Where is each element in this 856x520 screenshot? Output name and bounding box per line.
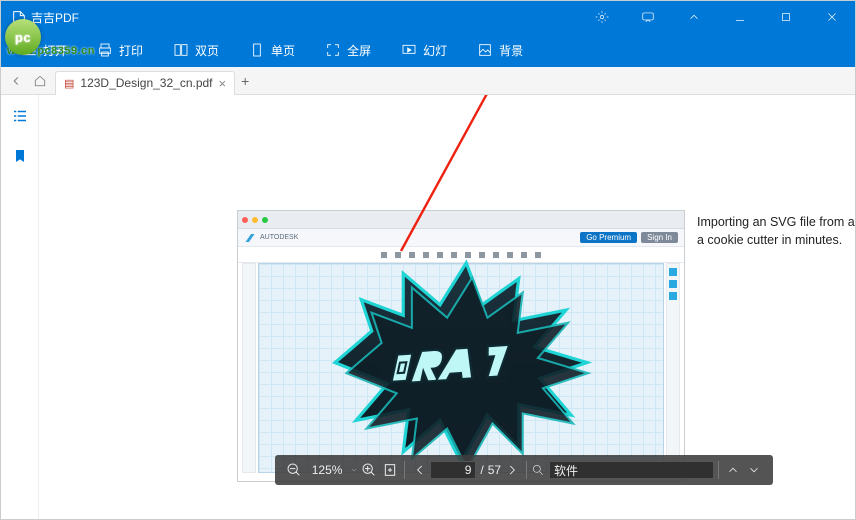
find-prev-button[interactable]: [723, 457, 744, 483]
home-button[interactable]: [31, 72, 49, 90]
dual-page-button[interactable]: 双页: [173, 42, 219, 59]
search-input[interactable]: [549, 461, 714, 479]
dual-page-icon: [173, 42, 189, 58]
print-button[interactable]: 打印: [97, 42, 143, 59]
document-tab[interactable]: ▤ 123D_Design_32_cn.pdf ×: [55, 71, 235, 95]
watermark-badge-icon: pc: [5, 19, 41, 55]
fullscreen-icon: [325, 42, 341, 58]
slideshow-button[interactable]: 幻灯: [401, 42, 447, 59]
comic-burst-model: [298, 247, 624, 473]
slideshow-label: 幻灯: [423, 42, 447, 59]
new-tab-button[interactable]: +: [241, 73, 249, 89]
minimize-button[interactable]: [717, 1, 763, 33]
collapse-button[interactable]: [671, 1, 717, 33]
fullscreen-button[interactable]: 全屏: [325, 42, 371, 59]
maximize-button[interactable]: [763, 1, 809, 33]
viewer-status-bar: 125% / 57: [275, 455, 773, 485]
slideshow-icon: [401, 42, 417, 58]
pdf-file-icon: ▤: [64, 77, 74, 90]
background-label: 背景: [499, 42, 523, 59]
page-total: 57: [488, 463, 501, 477]
single-page-icon: [249, 42, 265, 58]
tab-title: 123D_Design_32_cn.pdf: [80, 76, 212, 90]
go-premium-badge: Go Premium: [580, 232, 637, 243]
chevron-down-icon[interactable]: [350, 465, 358, 475]
close-button[interactable]: [809, 1, 855, 33]
bookmark-button[interactable]: [9, 145, 31, 167]
sign-in-badge: Sign In: [641, 232, 678, 243]
tab-close-icon[interactable]: ×: [219, 76, 227, 91]
background-button[interactable]: 背景: [477, 42, 523, 59]
page-indicator: / 57: [430, 461, 501, 479]
tab-bar: ▤ 123D_Design_32_cn.pdf × +: [1, 67, 855, 95]
next-page-button[interactable]: [501, 457, 522, 483]
background-icon: [477, 42, 493, 58]
fullscreen-label: 全屏: [347, 42, 371, 59]
autodesk-icon: [244, 232, 256, 244]
document-body-text: Importing an SVG file from a comic a coo…: [697, 213, 855, 249]
title-bar: 吉吉PDF: [1, 1, 855, 33]
printer-icon: [97, 42, 113, 58]
side-panel: [1, 95, 39, 519]
search-icon: [531, 463, 545, 477]
app-title: 吉吉PDF: [31, 9, 79, 26]
feedback-button[interactable]: [625, 1, 671, 33]
page-viewport: AUTODESK Go Premium Sign In: [39, 95, 855, 519]
find-next-button[interactable]: [744, 457, 765, 483]
site-watermark: pc www.pc8359.cn: [7, 45, 95, 57]
main-toolbar: 打开 打印 双页 单页 全屏 幻灯 背景: [1, 33, 855, 67]
outline-button[interactable]: [9, 105, 31, 127]
embedded-screenshot: AUTODESK Go Premium Sign In: [237, 210, 685, 482]
zoom-value[interactable]: 125%: [304, 463, 350, 477]
single-label: 单页: [271, 42, 295, 59]
prev-page-button[interactable]: [409, 457, 430, 483]
embedded-brand: AUTODESK: [260, 234, 298, 241]
fit-page-button[interactable]: [379, 457, 400, 483]
page-sep: /: [480, 463, 483, 477]
zoom-out-button[interactable]: [283, 457, 304, 483]
settings-button[interactable]: [579, 1, 625, 33]
zoom-in-button[interactable]: [358, 457, 379, 483]
single-page-button[interactable]: 单页: [249, 42, 295, 59]
print-label: 打印: [119, 42, 143, 59]
back-button[interactable]: [7, 72, 25, 90]
dual-label: 双页: [195, 42, 219, 59]
page-input[interactable]: [430, 461, 476, 479]
